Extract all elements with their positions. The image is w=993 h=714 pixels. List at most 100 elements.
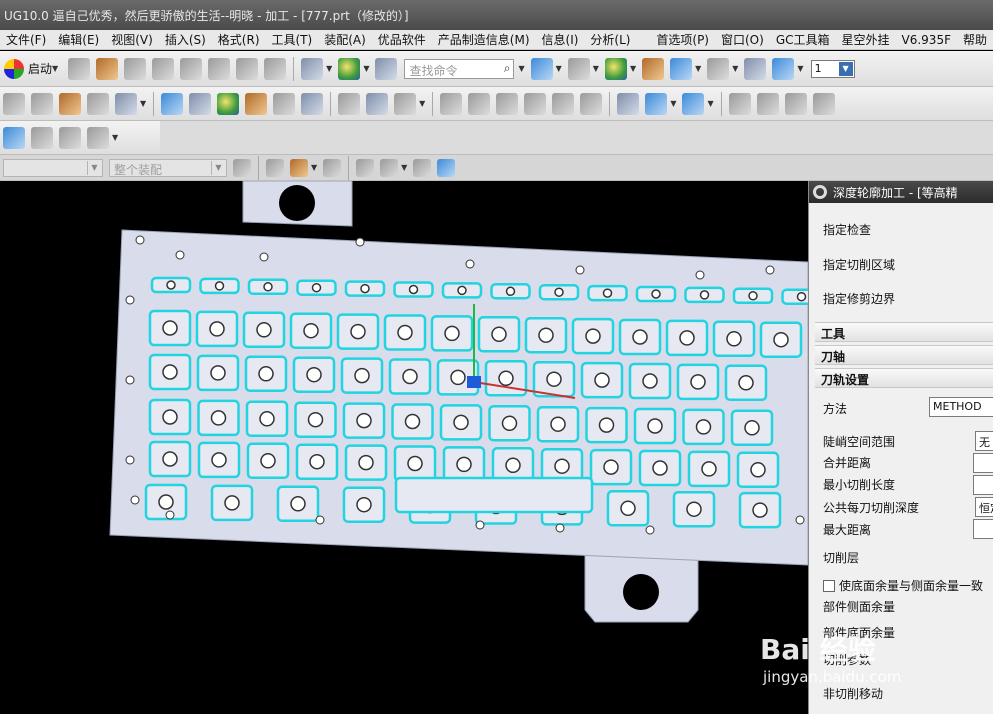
chevron-down-icon[interactable]: ▼ [140,99,146,108]
feed-icon[interactable] [440,92,463,115]
menu-help[interactable]: 帮助 [957,31,993,48]
lock-icon[interactable] [580,92,603,115]
shop-docs-icon[interactable] [394,92,417,115]
menu-pmi[interactable]: 产品制造信息(M) [432,31,536,48]
max-distance-input[interactable] [973,519,993,539]
geometry-view-icon[interactable] [217,92,240,115]
shade-icon[interactable] [413,158,432,177]
menu-insert[interactable]: 插入(S) [159,31,212,48]
section-path-settings[interactable]: 刀轨设置 [815,368,993,388]
merge-distance-input[interactable] [973,453,993,473]
cube-icon[interactable] [437,158,456,177]
edit-icon[interactable] [784,92,807,115]
method-view-icon[interactable] [245,92,268,115]
menu-xingkong[interactable]: 星空外挂 [836,31,896,48]
specify-check[interactable]: 指定检查 [823,221,871,238]
non-cutting-moves-button[interactable]: 非切削移动 [823,685,883,702]
speed-icon[interactable] [468,92,491,115]
vector-icon[interactable] [323,158,342,177]
layer-icon[interactable] [642,57,665,80]
steep-select[interactable]: 无 [975,431,993,451]
chevron-down-icon[interactable]: ▼ [112,133,118,142]
sync-icon[interactable] [756,92,779,115]
transform-icon[interactable] [496,92,519,115]
check-icon[interactable] [3,126,25,149]
snap-icon[interactable] [233,158,251,177]
menu-info[interactable]: 信息(I) [536,31,585,48]
menu-edit[interactable]: 编辑(E) [52,31,105,48]
menu-assembly[interactable]: 装配(A) [318,31,372,48]
menu-version[interactable]: V6.935F [896,33,957,47]
command-finder-icon[interactable] [375,57,398,80]
operation-icon[interactable] [31,126,53,149]
start-button[interactable]: 启动 ▼ [0,58,65,79]
graphics-viewport[interactable] [0,181,808,714]
chevron-down-icon[interactable]: ▼ [556,64,562,73]
min-cut-length-input[interactable] [973,475,993,495]
delete-op-icon[interactable] [552,92,575,115]
chevron-down-icon[interactable]: ▼ [630,64,636,73]
menu-file[interactable]: 文件(F) [0,31,52,48]
depth-per-cut-select[interactable]: 恒定 [975,497,993,517]
menu-tools[interactable]: 工具(T) [266,31,319,48]
machine-view-icon[interactable] [189,92,212,115]
type-filter-select[interactable]: ▼ [3,158,103,177]
create-tool-icon[interactable] [31,92,53,115]
method-select[interactable]: METHOD [929,397,993,417]
orient-view-icon[interactable] [567,57,590,80]
wcs-orient-icon[interactable] [772,57,795,80]
verify-toolpath-icon[interactable] [338,92,361,115]
cut-levels-button[interactable]: 切削层 [823,549,859,566]
menu-preferences[interactable]: 首选项(P) [650,31,715,48]
point-icon[interactable] [290,158,308,177]
box-select-icon[interactable] [380,158,399,177]
specify-cut-area[interactable]: 指定切削区域 [823,256,895,273]
chevron-down-icon[interactable]: ▼ [593,64,599,73]
menu-view[interactable]: 视图(V) [105,31,159,48]
feature-icon[interactable] [728,92,751,115]
gear-icon[interactable] [813,185,827,199]
chevron-down-icon[interactable]: ▼ [707,99,713,108]
section-view-icon[interactable] [670,57,693,80]
point-snap-icon[interactable] [266,158,284,177]
menu-analysis[interactable]: 分析(L) [584,31,636,48]
select-filter-icon[interactable] [682,92,705,115]
create-geometry-icon[interactable] [59,92,81,115]
create-operation-icon[interactable] [115,92,137,115]
gear-icon[interactable] [356,158,375,177]
create-program-icon[interactable] [3,92,25,115]
postprocess-icon[interactable] [366,92,389,115]
new-file-icon[interactable] [68,57,91,80]
open-folder-icon[interactable] [96,57,119,80]
specify-trim-boundary[interactable]: 指定修剪边界 [823,290,895,307]
generate-toolpath-icon[interactable] [273,92,296,115]
chevron-down-icon[interactable]: ▼ [732,64,738,73]
layer-select[interactable]: 1 ▼ [810,59,855,78]
object-icon[interactable] [524,92,547,115]
save-icon[interactable] [124,57,147,80]
cut-icon[interactable] [180,57,203,80]
chevron-down-icon[interactable]: ▼ [311,163,317,172]
chevron-down-icon[interactable]: ▼ [401,163,407,172]
table-icon[interactable] [59,126,81,149]
wcs-icon[interactable] [744,57,767,80]
select-icon[interactable] [645,92,668,115]
menu-youpin[interactable]: 优品软件 [372,31,432,48]
assembly-filter-select[interactable]: 整个装配 ▼ [109,158,227,177]
print-icon[interactable] [152,57,175,80]
undo-icon[interactable] [301,57,324,80]
fit-view-icon[interactable] [530,57,553,80]
chevron-down-icon[interactable]: ▼ [419,99,425,108]
program-view-icon[interactable] [161,92,184,115]
display-toolpath-icon[interactable] [617,92,640,115]
background-icon[interactable] [707,57,730,80]
menu-gc-toolbox[interactable]: GC工具箱 [770,31,836,48]
chevron-down-icon[interactable]: ▼ [670,99,676,108]
chevron-down-icon[interactable]: ▼ [363,64,369,73]
paste-icon[interactable] [236,57,259,80]
shaded-icon[interactable] [604,57,627,80]
chevron-down-icon[interactable]: ▼ [326,64,332,73]
chevron-down-icon[interactable]: ▼ [518,64,524,73]
search-command-input[interactable]: 查找命令 ⌕ [404,58,515,79]
checkbox-icon[interactable] [823,580,835,592]
